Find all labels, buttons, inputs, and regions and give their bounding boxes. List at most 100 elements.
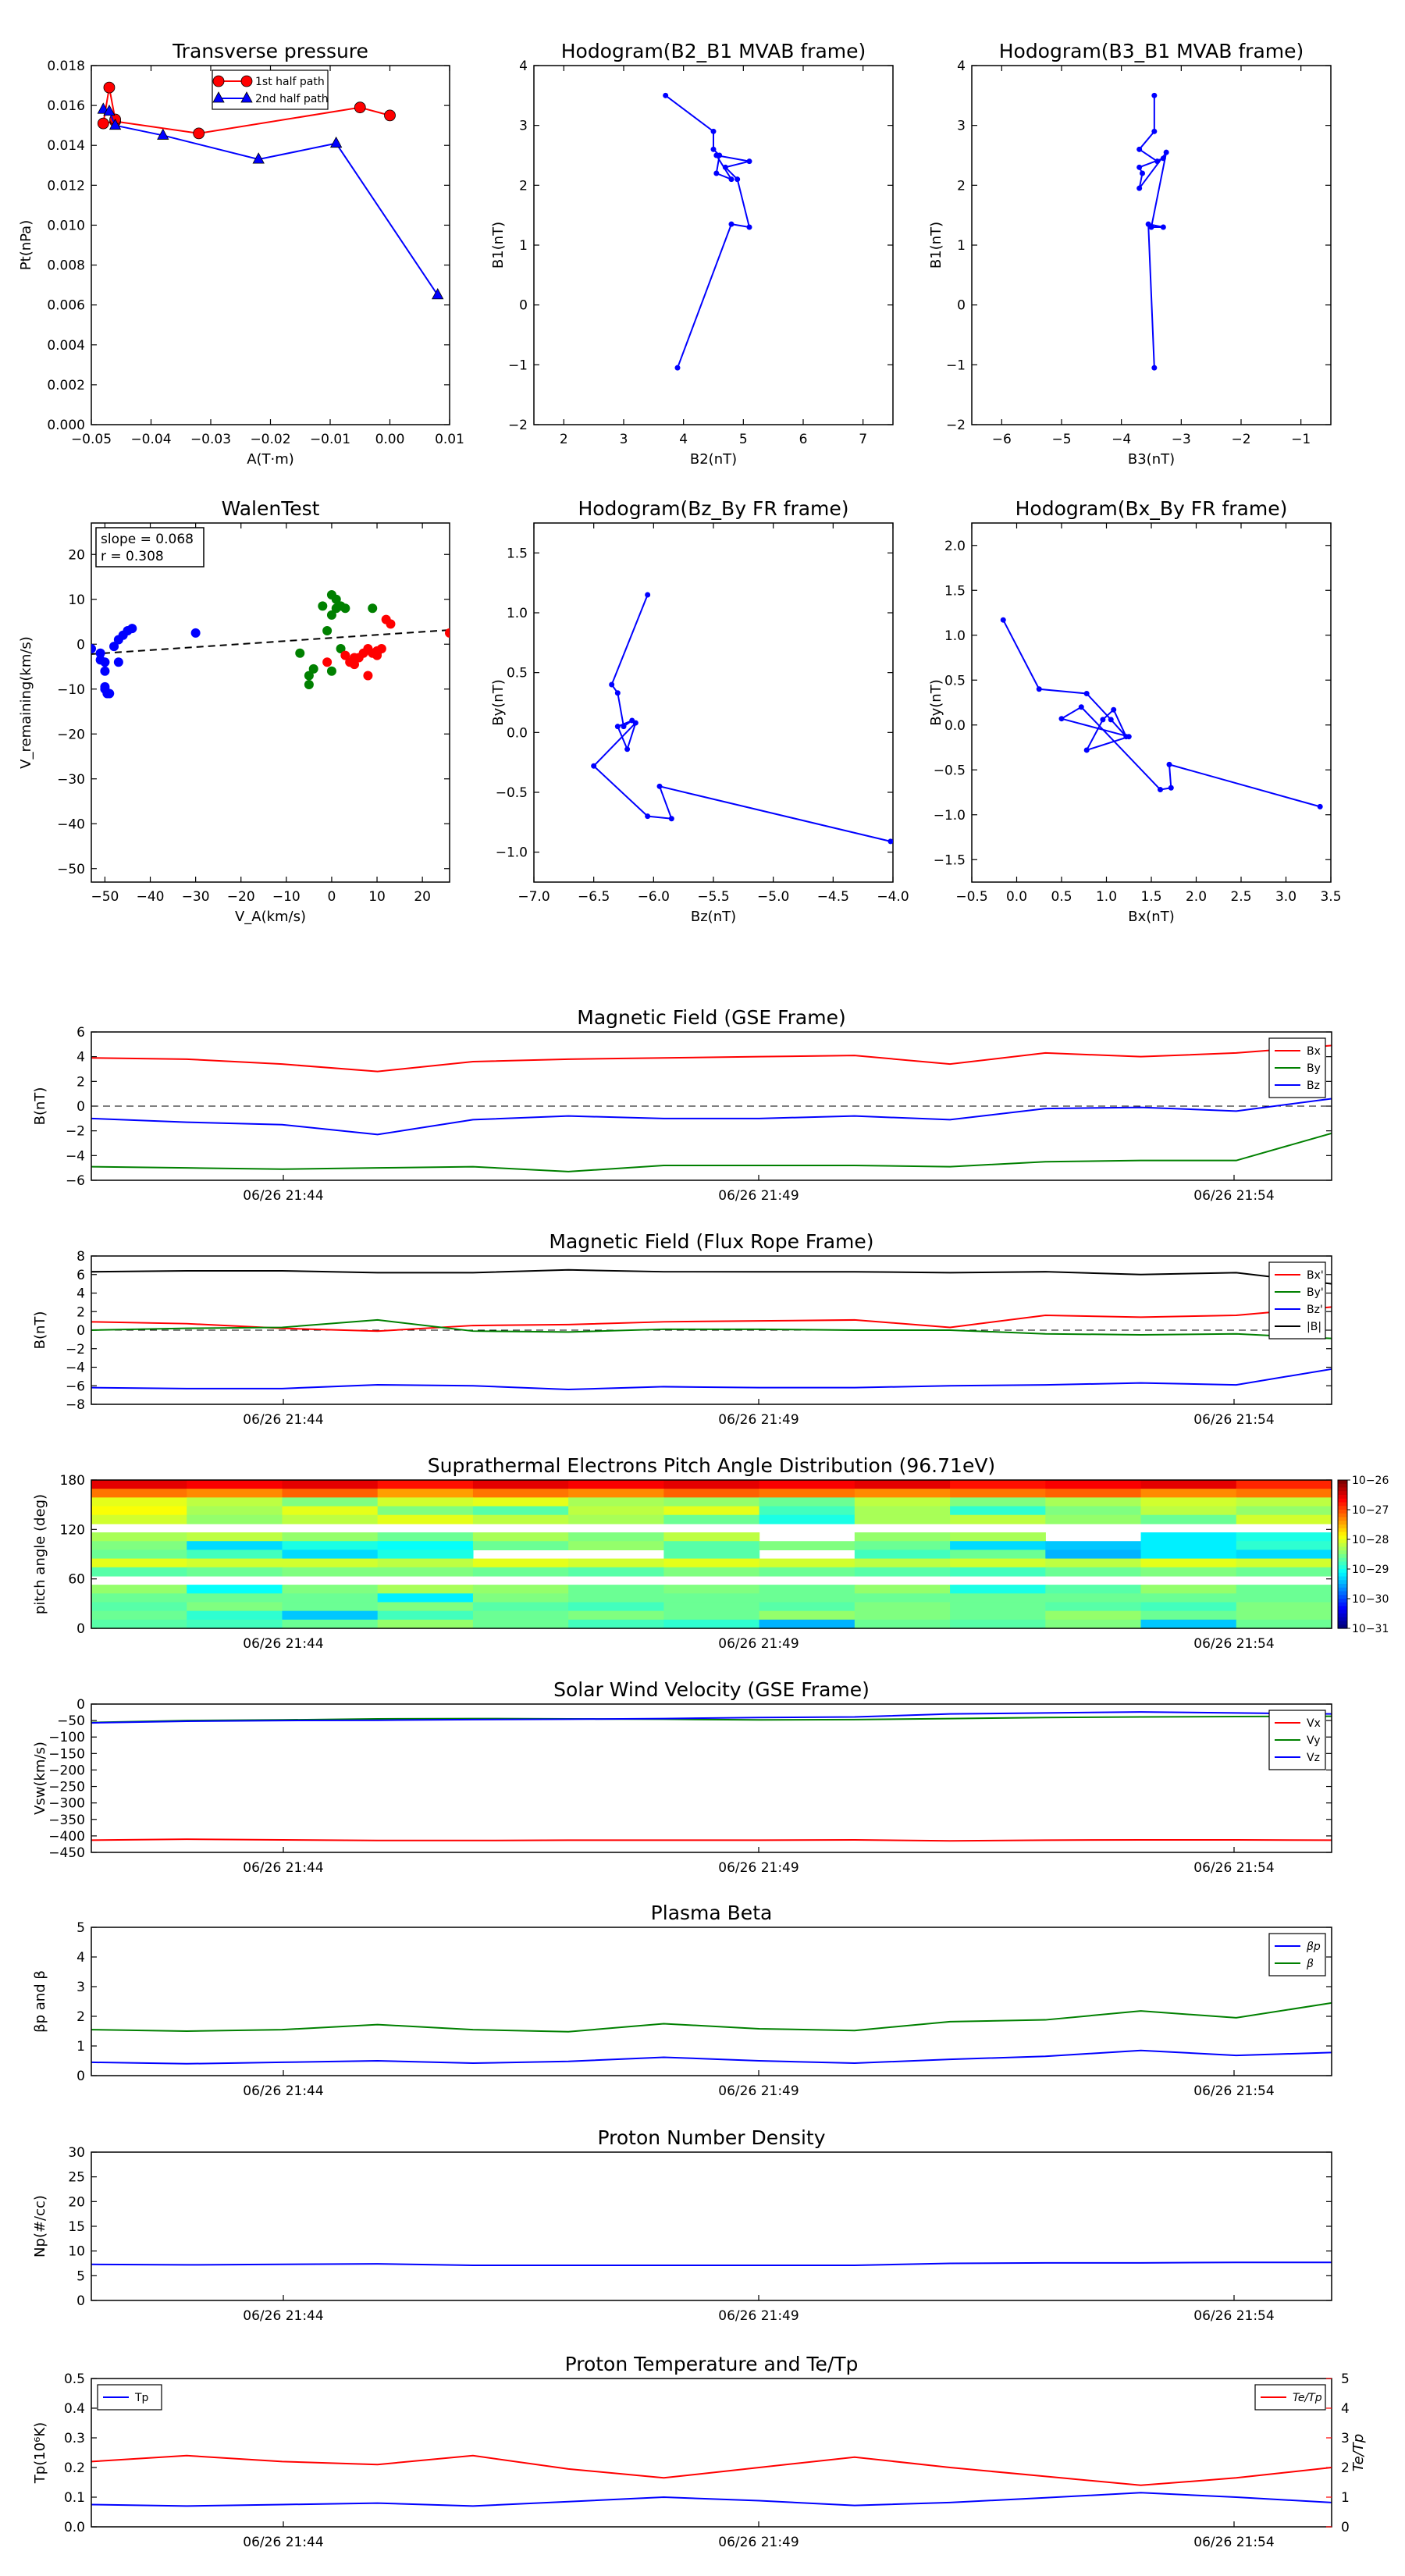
pad-colorbar-label: 10−30 (1352, 1593, 1389, 1606)
pad-heatmap-cell (377, 1541, 474, 1551)
walen-xtick-label: 10 (368, 889, 386, 905)
vsw-series-line-0 (91, 1838, 1332, 1842)
pad-heatmap-cell (568, 1532, 664, 1542)
tp-data (97, 81, 444, 300)
hxy-point (1168, 785, 1174, 791)
beta-title: Plasma Beta (651, 1902, 773, 1924)
pad-heatmap-cell (1045, 1514, 1142, 1525)
mfr-xtick-label: 06/26 21:54 (1193, 1412, 1274, 1428)
hxy-point (1158, 787, 1163, 793)
pad-heatmap-cell (187, 1532, 283, 1542)
pad-colorbar-step (1338, 1569, 1347, 1574)
beta-xtick-label: 06/26 21:54 (1193, 2083, 1274, 2099)
pad-heatmap-cell (472, 1585, 569, 1594)
vsw-legend-label: Vz (1307, 1752, 1320, 1764)
pad-heatmap-cell (1236, 1610, 1332, 1621)
beta-series-line-0 (91, 2049, 1332, 2065)
h21-ylabel: B1(nT) (490, 222, 507, 269)
beta-ytick-label: 0 (76, 2069, 85, 2084)
tp-ytick-label: 0.018 (47, 59, 85, 74)
h21-xtick-label: 5 (739, 432, 748, 447)
walen-annotation-line: slope = 0.068 (101, 532, 194, 547)
pad-heatmap-cell (282, 1489, 379, 1498)
tp-title: Transverse pressure (172, 40, 368, 62)
hxy-ytick-label: −1.0 (934, 808, 966, 824)
tp-legend-label: 1st half path (255, 76, 325, 88)
hzy-point (624, 746, 631, 753)
vsw-legend: Vx Vy Vz (1268, 1710, 1326, 1770)
hzy-point (656, 783, 663, 789)
pad-heatmap-cell (1045, 1558, 1142, 1568)
pad-heatmap-cell (1236, 1585, 1332, 1594)
hzy-ytick-label: 0.5 (507, 666, 528, 681)
h31-ytick-label: 2 (957, 178, 966, 194)
mgse-ytick-label: 0 (76, 1099, 85, 1115)
pad-heatmap-cell (568, 1506, 664, 1516)
pad-heatmap-cell (377, 1514, 474, 1525)
np-panel: 0 5 10 15 20 25 30 06/26 21:44 06/26 21:49 06/26 … (32, 2126, 1332, 2324)
pad-heatmap-cell (1236, 1602, 1332, 1612)
pad-heatmap-cell (854, 1550, 951, 1560)
np-ytick-label: 15 (68, 2219, 85, 2235)
pad-heatmap-cell (854, 1602, 951, 1612)
pad-panel: 0 60 120 180 06/26 21:44 06/26 21:49 06/26 21:… (32, 1454, 1389, 1652)
pad-heatmap-cell (663, 1558, 760, 1568)
pad-heatmap-cell (568, 1610, 664, 1621)
tp-xtick-label: −0.03 (190, 432, 231, 447)
temp-legend: Te/Tp (1254, 2384, 1326, 2411)
pad-heatmap-cell (1140, 1558, 1237, 1568)
pad-heatmap-cell (759, 1593, 855, 1603)
h31-xtick-label: −4 (1112, 432, 1131, 447)
pad-heatmap-cell (187, 1610, 283, 1621)
tp-xtick-label: −0.01 (310, 432, 350, 447)
pad-heatmap-cell (1140, 1610, 1237, 1621)
hzy-point (614, 690, 621, 696)
temp-ytick-right-label: 3 (1341, 2431, 1350, 2446)
vsw-ytick-label: −300 (48, 1796, 85, 1812)
pad-colorbar-step (1338, 1521, 1347, 1525)
vsw-title: Solar Wind Velocity (GSE Frame) (553, 1678, 870, 1701)
np-xtick-label: 06/26 21:54 (1193, 2308, 1274, 2324)
pad-heatmap-cell (1236, 1489, 1332, 1498)
np-data (91, 2261, 1332, 2267)
pad-heatmap-cell (472, 1610, 569, 1621)
walen-xlabel: V_A(km/s) (235, 909, 306, 925)
pad-colorbar-label: 10−31 (1352, 1623, 1389, 1635)
mgse-title: Magnetic Field (GSE Frame) (577, 1006, 845, 1029)
tp-point (329, 136, 343, 148)
pad-heatmap-cell (1045, 1541, 1142, 1551)
pad-heatmap-cell (854, 1619, 951, 1629)
pad-colorbar-step (1338, 1532, 1347, 1536)
walen-point (113, 657, 123, 667)
hzy-xtick-label: −6.0 (638, 889, 670, 905)
pad-heatmap-cell (472, 1593, 569, 1603)
beta-ytick-label: 5 (76, 1920, 85, 1936)
h21-point (735, 176, 741, 183)
mfr-legend-label: Bx' (1307, 1269, 1324, 1282)
mfr-ytick-label: −4 (66, 1361, 85, 1376)
pad-heatmap-cell (759, 1514, 855, 1525)
vsw-ytick-label: −400 (48, 1829, 85, 1845)
walen-panel: −50 −40 −30 −20 −10 0 10 20 −50 −40 −30 −20 −10 0 10 20… (18, 497, 450, 925)
walen-point (304, 680, 314, 689)
pad-ylabel: pitch angle (deg) (32, 1494, 48, 1614)
tp-panel: −0.05 −0.04 −0.03 −0.02 −0.01 0.00 0.01 0.000 0.… (18, 40, 464, 468)
pad-heatmap-cell (663, 1532, 760, 1542)
pad-colorbar-step (1338, 1498, 1347, 1503)
mfr-series-line-1 (91, 1318, 1332, 1340)
temp-xtick-label: 06/26 21:54 (1193, 2535, 1274, 2550)
pad-heatmap-cell (472, 1541, 569, 1551)
vsw-ytick-label: 0 (76, 1697, 85, 1713)
hxy-point (1000, 617, 1006, 623)
h31-ytick-label: −1 (946, 358, 966, 373)
pad-heatmap-cell (759, 1489, 855, 1498)
tp-ytick-label: 0.002 (47, 378, 85, 393)
pad-heatmap-cell (568, 1541, 664, 1551)
pad-colorbar-step (1338, 1572, 1347, 1578)
mfr-panel: −8 −6 −4 −2 0 2 4 6 8 06/26 21:44 06/26 21:49 06/26… (32, 1230, 1332, 1428)
h31-ytick-label: −2 (946, 418, 966, 433)
pad-heatmap-cell (663, 1602, 760, 1612)
pad-heatmap-cell (759, 1602, 855, 1612)
pad-heatmap-cell (1045, 1602, 1142, 1612)
h31-plot-frame (971, 65, 1332, 425)
